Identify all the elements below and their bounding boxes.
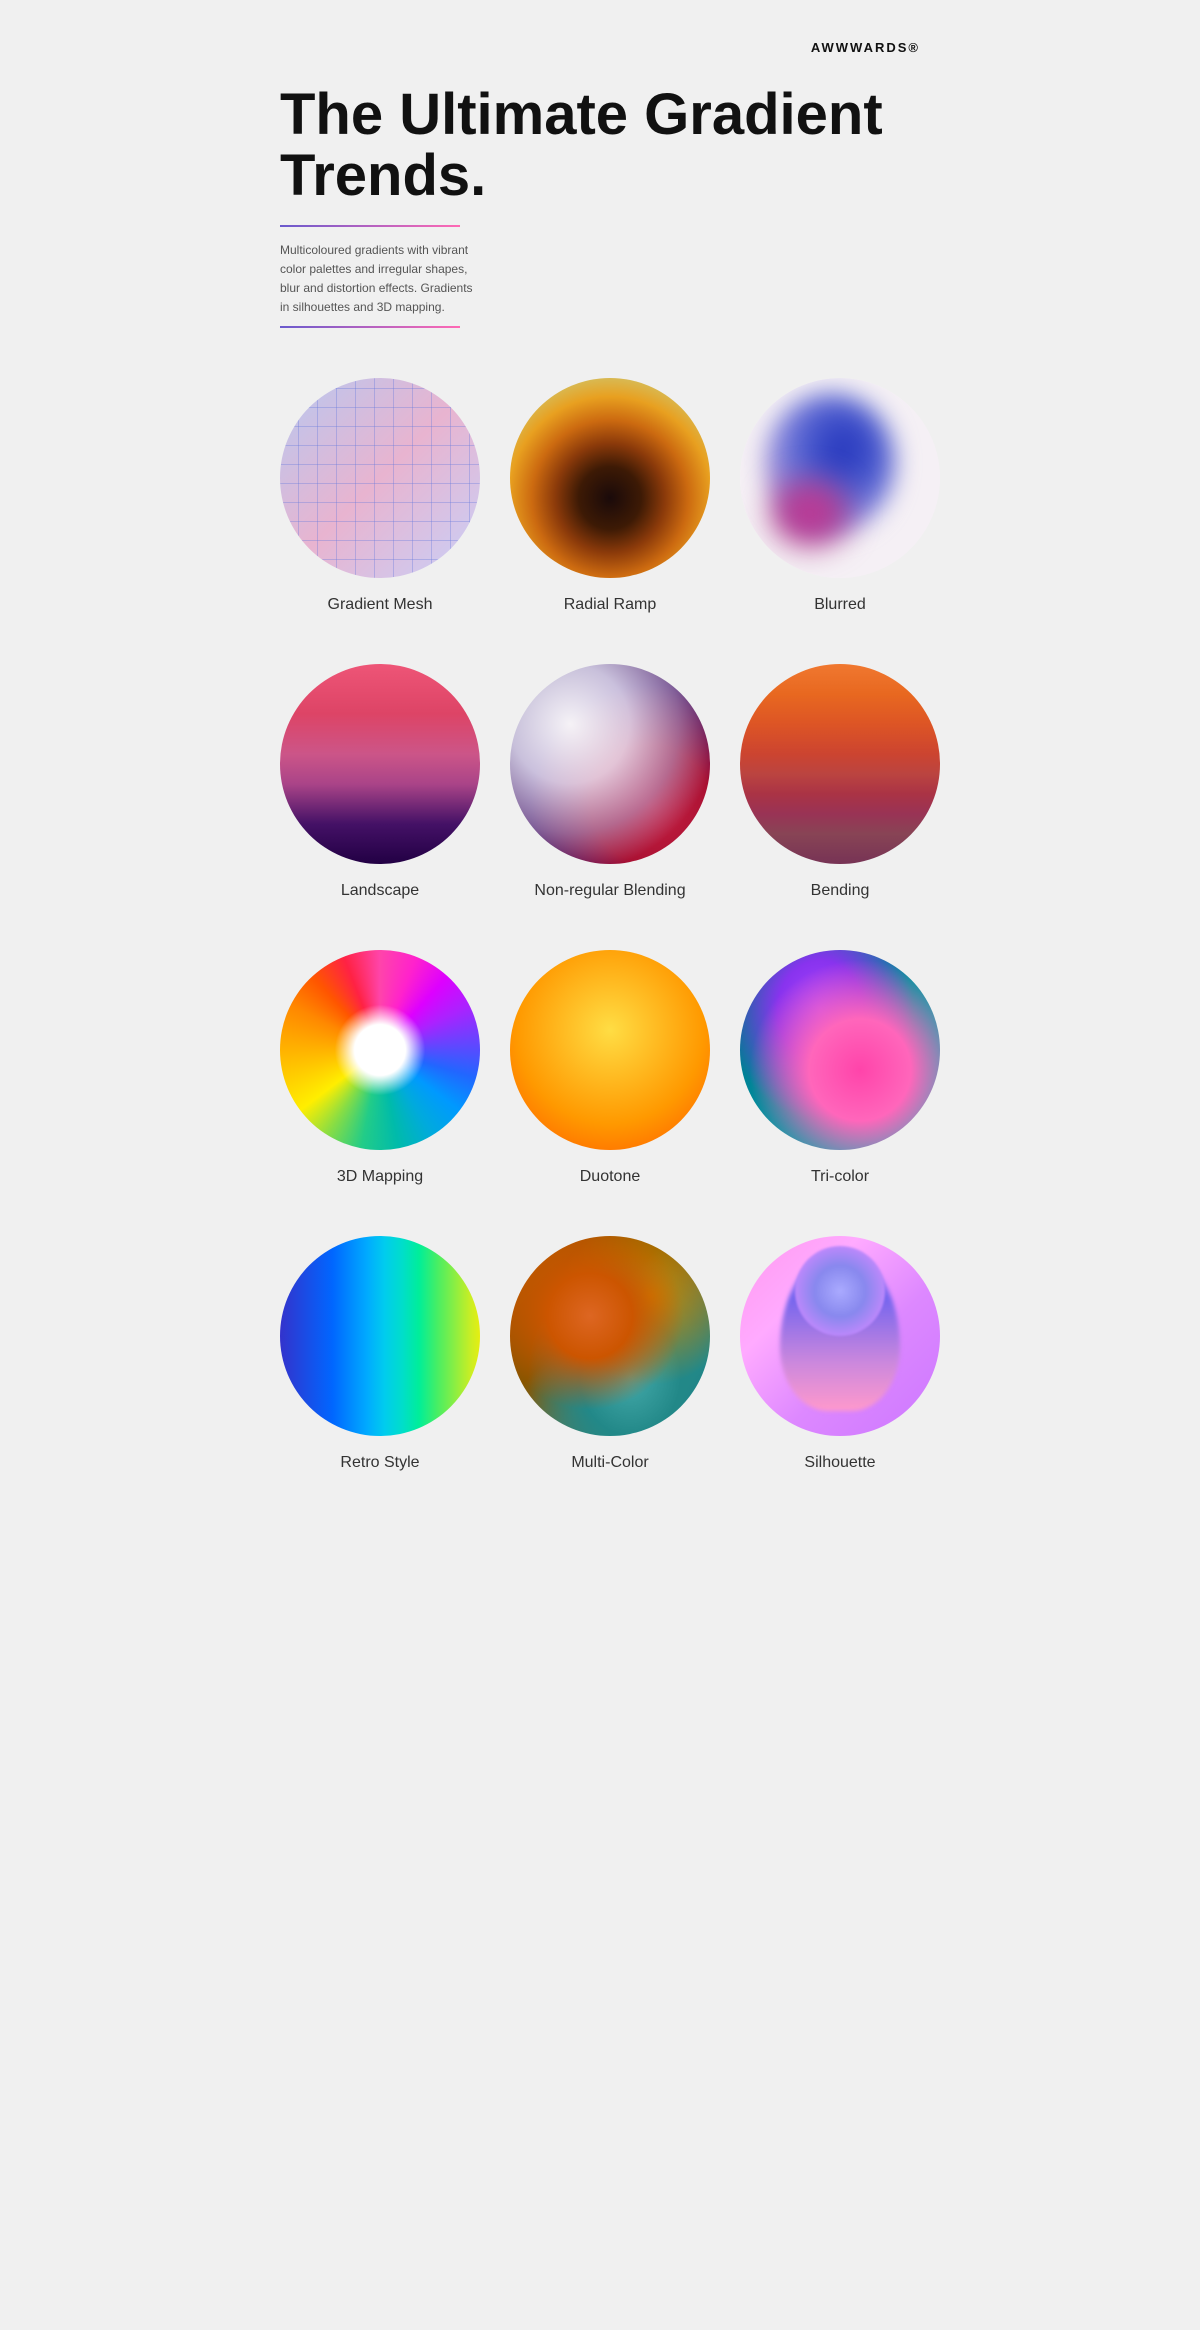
item-bending: Bending (740, 664, 940, 900)
label-gradient-mesh: Gradient Mesh (328, 596, 433, 614)
circle-silhouette (740, 1236, 940, 1436)
item-landscape: Landscape (280, 664, 480, 900)
circle-blurred-outer (740, 378, 940, 578)
item-duotone: Duotone (510, 950, 710, 1186)
item-silhouette: Silhouette (740, 1236, 940, 1472)
circle-radial-ramp (510, 378, 710, 578)
gradient-grid: Gradient Mesh Radial Ramp Blurred Landsc… (280, 378, 920, 1472)
label-non-regular-blending: Non-regular Blending (534, 882, 685, 900)
item-gradient-mesh: Gradient Mesh (280, 378, 480, 614)
divider-top (280, 225, 460, 227)
label-3d-mapping: 3D Mapping (337, 1168, 423, 1186)
label-tri-color: Tri-color (811, 1168, 869, 1186)
label-duotone: Duotone (580, 1168, 641, 1186)
circle-blurred-inner (740, 378, 940, 578)
circle-landscape (280, 664, 480, 864)
circle-duotone (510, 950, 710, 1150)
circle-retro-style (280, 1236, 480, 1436)
label-blurred: Blurred (814, 596, 866, 614)
label-bending: Bending (811, 882, 870, 900)
label-silhouette: Silhouette (804, 1454, 875, 1472)
item-blurred: Blurred (740, 378, 940, 614)
item-non-regular-blending: Non-regular Blending (510, 664, 710, 900)
circle-3d-mapping (280, 950, 480, 1150)
circle-non-regular (510, 664, 710, 864)
circle-tri-color (740, 950, 940, 1150)
circle-gradient-mesh (280, 378, 480, 578)
subtitle-text: Multicoloured gradients with vibrant col… (280, 241, 480, 318)
label-radial-ramp: Radial Ramp (564, 596, 656, 614)
label-multi-color: Multi-Color (571, 1454, 648, 1472)
item-retro-style: Retro Style (280, 1236, 480, 1472)
circle-bending (740, 664, 940, 864)
brand-logo: AWWWARDS® (280, 40, 920, 55)
divider-bottom (280, 326, 460, 328)
page-title: The Ultimate Gradient Trends. (280, 85, 920, 207)
label-retro-style: Retro Style (340, 1454, 419, 1472)
item-radial-ramp: Radial Ramp (510, 378, 710, 614)
item-tri-color: Tri-color (740, 950, 940, 1186)
item-3d-mapping: 3D Mapping (280, 950, 480, 1186)
label-landscape: Landscape (341, 882, 419, 900)
item-multi-color: Multi-Color (510, 1236, 710, 1472)
circle-multi-color (510, 1236, 710, 1436)
